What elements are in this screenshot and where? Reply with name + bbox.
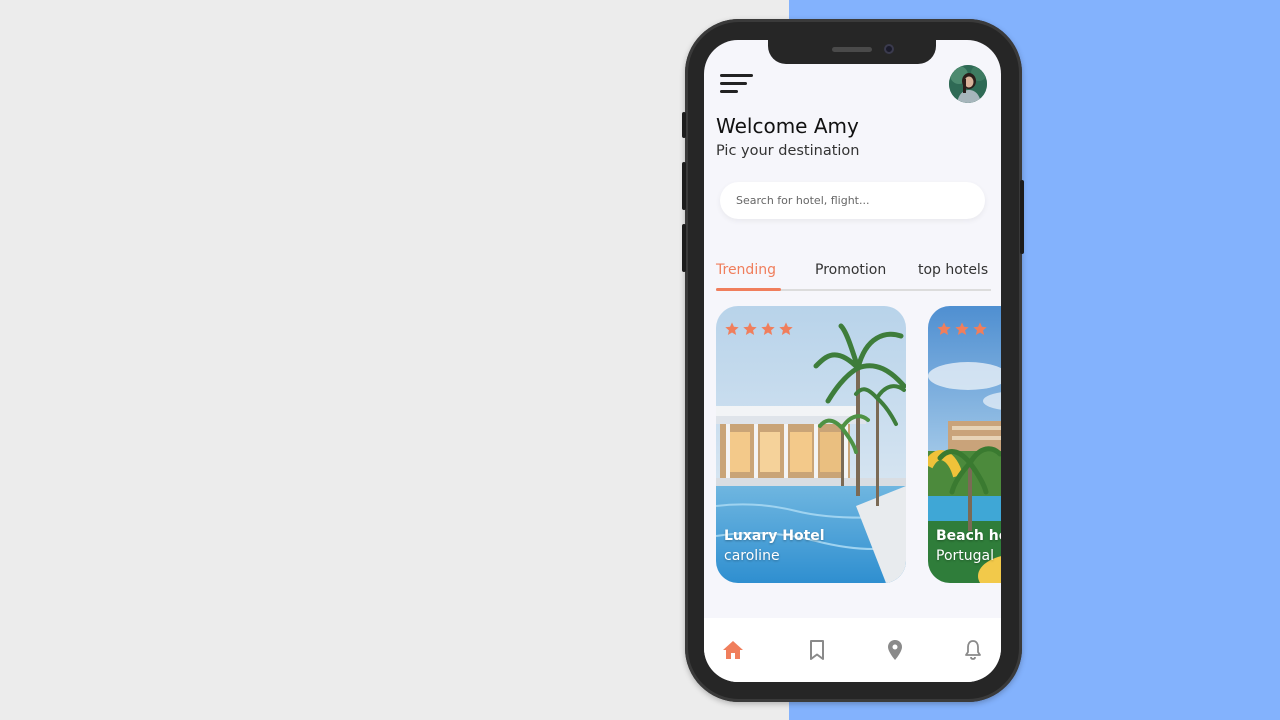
tab-trending[interactable]: Trending (716, 262, 776, 278)
user-avatar[interactable] (949, 65, 987, 103)
home-icon[interactable] (721, 638, 745, 662)
location-pin-icon[interactable] (883, 638, 907, 662)
welcome-heading: Welcome Amy (716, 114, 859, 138)
search-input[interactable] (720, 182, 976, 219)
hamburger-menu-icon[interactable] (720, 74, 756, 96)
category-tabs: Trending Promotion top hotels (716, 262, 991, 292)
front-camera (884, 44, 894, 54)
bookmark-icon[interactable] (805, 638, 829, 662)
hotel-location: caroline (724, 548, 780, 564)
search-bar (720, 182, 985, 219)
phone-mute-switch (682, 112, 686, 138)
phone-power-button (1020, 180, 1024, 254)
star-icon (761, 322, 775, 335)
welcome-subtitle: Pic your destination (716, 143, 860, 159)
phone-volume-down-button (682, 224, 686, 272)
bell-icon[interactable] (961, 638, 985, 662)
speaker-grille (832, 47, 872, 52)
hotel-name: Beach hotel (936, 528, 1001, 544)
star-icon (937, 322, 951, 335)
phone-notch (768, 40, 936, 64)
star-icon (955, 322, 969, 335)
tab-promotion[interactable]: Promotion (815, 262, 886, 278)
app-screen: Welcome Amy Pic your destination Trendin… (704, 40, 1001, 682)
star-rating (936, 321, 988, 337)
star-icon (743, 322, 757, 335)
hotel-card[interactable]: Beach hotel Portugal (928, 306, 1001, 583)
star-rating (724, 321, 794, 337)
star-icon (779, 322, 793, 335)
tab-top-hotels[interactable]: top hotels (918, 262, 988, 278)
star-icon (725, 322, 739, 335)
hotel-card[interactable]: Luxary Hotel caroline (716, 306, 906, 583)
star-icon (973, 322, 987, 335)
phone-volume-up-button (682, 162, 686, 210)
active-tab-indicator (716, 288, 781, 291)
bottom-navigation-bar (704, 618, 1001, 682)
hotel-name: Luxary Hotel (724, 528, 825, 544)
hotel-location: Portugal (936, 548, 994, 564)
